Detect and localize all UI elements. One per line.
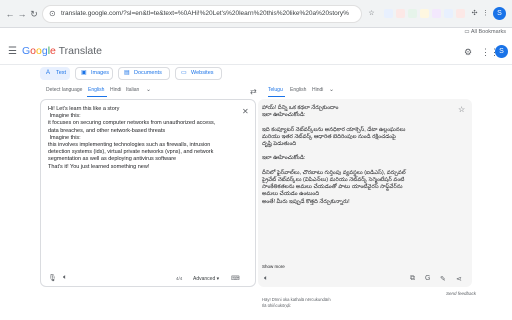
advanced-dropdown[interactable]: Advanced ▾ xyxy=(193,276,219,282)
lang-hindi-source[interactable]: Hindi xyxy=(110,87,121,93)
active-lang-indicator xyxy=(87,96,107,97)
lang-english-source[interactable]: English xyxy=(88,87,104,93)
browser-toolbar: ← → ↻ ⊙ translate.google.com/?sl=en&tl=t… xyxy=(0,0,512,28)
gear-icon[interactable]: ⚙ xyxy=(464,47,472,58)
character-count: 4/4 xyxy=(176,276,183,281)
extension-icon[interactable] xyxy=(444,9,453,18)
tab-label: Websites xyxy=(191,70,214,76)
google-translate-logo[interactable]: Google Translate xyxy=(22,45,102,57)
clear-source-icon[interactable]: ✕ xyxy=(242,107,249,116)
url-text: translate.google.com/?sl=en&tl=te&text=%… xyxy=(61,10,349,17)
tab-label: Text xyxy=(56,70,67,76)
extension-icon[interactable] xyxy=(396,9,405,18)
all-bookmarks-label: All Bookmarks xyxy=(470,29,506,35)
back-icon[interactable]: ← xyxy=(4,8,16,20)
tab-label: Images xyxy=(91,70,110,76)
browser-profile-avatar[interactable]: S xyxy=(493,7,506,20)
translation-panel: హాయ్! దీన్ని ఒక కథలా నేర్చుకుందాం ఇలా ఊహ… xyxy=(258,99,472,308)
tab-websites[interactable]: ▭ Websites xyxy=(175,67,222,80)
logo-letter: e xyxy=(50,45,56,57)
chevron-down-icon[interactable]: ⌄ xyxy=(146,86,151,93)
menu-kebab-icon[interactable]: ⋮ xyxy=(481,9,490,18)
avatar[interactable]: S xyxy=(495,45,508,58)
source-text-panel: Hi! Let's learn this like a story Imagin… xyxy=(40,99,256,287)
image-icon: ▣ xyxy=(81,70,87,76)
google-g-icon[interactable]: G xyxy=(425,275,430,282)
document-icon: ▤ xyxy=(124,70,130,76)
active-lang-indicator xyxy=(268,96,285,97)
save-translation-star-icon[interactable]: ☆ xyxy=(458,105,465,114)
send-feedback-link[interactable]: Send feedback xyxy=(446,291,476,296)
chevron-down-icon[interactable]: ⌄ xyxy=(329,86,334,93)
website-icon: ▭ xyxy=(181,70,187,76)
copy-icon[interactable]: ⧉ xyxy=(410,275,415,283)
extension-icon[interactable] xyxy=(408,9,417,18)
extension-icon[interactable] xyxy=(384,9,393,18)
bookmark-star-icon[interactable]: ☆ xyxy=(367,9,376,18)
app-header: ☰ Google Translate ⚙ ⋮⋮ S xyxy=(0,38,512,64)
logo-letter: G xyxy=(22,45,31,57)
tab-label: Documents xyxy=(134,70,162,76)
tab-documents[interactable]: ▤ Documents xyxy=(118,67,170,80)
address-bar[interactable]: ⊙ translate.google.com/?sl=en&tl=te&text… xyxy=(42,5,362,23)
tab-images[interactable]: ▣ Images xyxy=(75,67,113,80)
extension-icon[interactable] xyxy=(432,9,441,18)
site-info-icon[interactable]: ⊙ xyxy=(49,9,56,18)
romanization-text: Hāy! Dīnni oka kathalā nērcukundāṁ Ilā ū… xyxy=(262,297,331,308)
reload-icon[interactable]: ↻ xyxy=(28,8,40,20)
listen-icon[interactable]: 🔈︎ xyxy=(264,275,268,283)
advanced-label: Advanced xyxy=(193,276,216,282)
extensions-puzzle-icon[interactable]: ✣ xyxy=(470,9,479,18)
logo-product-name: Translate xyxy=(58,45,103,57)
all-bookmarks-folder[interactable]: ▭ All Bookmarks xyxy=(464,29,506,35)
extension-icon[interactable] xyxy=(456,9,465,18)
source-language-bar: Detect language English Hindi Italian ⌄ xyxy=(46,87,246,99)
target-language-bar: Telugu English Hindi ⌄ xyxy=(268,87,468,99)
show-more-link[interactable]: Show more xyxy=(262,264,285,269)
source-textarea[interactable]: Hi! Let's learn this like a story Imagin… xyxy=(48,106,238,171)
text-icon: A xyxy=(46,70,51,76)
header-divider xyxy=(0,64,512,65)
bookmarks-bar: ▭ All Bookmarks xyxy=(0,28,512,38)
translation-output: హాయ్! దీన్ని ఒక కథలా నేర్చుకుందాం ఇలా ఊహ… xyxy=(262,105,406,205)
lang-hindi-target[interactable]: Hindi xyxy=(312,87,323,93)
rate-translation-icon[interactable]: ✎ xyxy=(440,275,446,283)
listen-icon[interactable]: 🔈︎ xyxy=(63,274,67,282)
keyboard-icon[interactable]: ⌨ xyxy=(231,275,240,282)
share-icon[interactable]: ⋖ xyxy=(456,275,462,283)
lang-detect[interactable]: Detect language xyxy=(46,87,82,93)
extension-icon[interactable] xyxy=(420,9,429,18)
lang-italian-source[interactable]: Italian xyxy=(126,87,139,93)
microphone-icon[interactable]: 🎙︎ xyxy=(48,274,57,282)
swap-languages-icon[interactable]: ⇄ xyxy=(250,87,257,96)
forward-icon[interactable]: → xyxy=(16,8,28,20)
lang-telugu-target[interactable]: Telugu xyxy=(268,87,283,93)
hamburger-menu-icon[interactable]: ☰ xyxy=(8,46,17,57)
tab-text[interactable]: A Text xyxy=(40,67,70,80)
lang-english-target[interactable]: English xyxy=(290,87,306,93)
